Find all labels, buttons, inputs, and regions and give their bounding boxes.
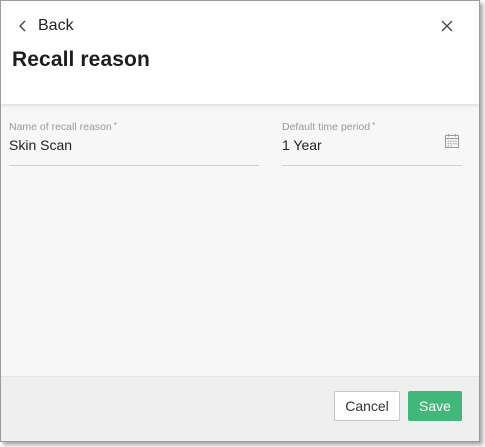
recall-reason-name-field[interactable]: Name of recall reason * — [9, 121, 259, 166]
save-button[interactable]: Save — [408, 391, 462, 421]
cancel-button[interactable]: Cancel — [334, 391, 400, 421]
default-time-period-field[interactable]: Default time period * — [282, 121, 462, 166]
page-title: Recall reason — [12, 48, 150, 71]
close-icon[interactable] — [439, 18, 455, 34]
recall-reason-name-input[interactable] — [9, 137, 259, 153]
dialog-footer: Cancel Save — [1, 376, 479, 441]
recall-reason-dialog: Back Recall reason Name of recall reason… — [0, 0, 480, 442]
required-marker: * — [113, 121, 117, 130]
default-time-period-input[interactable] — [282, 137, 462, 153]
required-marker: * — [372, 121, 376, 130]
default-time-period-label: Default time period * — [282, 121, 376, 133]
calendar-icon[interactable] — [444, 133, 460, 149]
chevron-left-icon — [19, 20, 26, 32]
back-label: Back — [38, 17, 74, 34]
dialog-header: Back Recall reason — [1, 1, 479, 104]
back-button[interactable]: Back — [16, 14, 74, 38]
recall-reason-name-label: Name of recall reason * — [9, 121, 117, 133]
